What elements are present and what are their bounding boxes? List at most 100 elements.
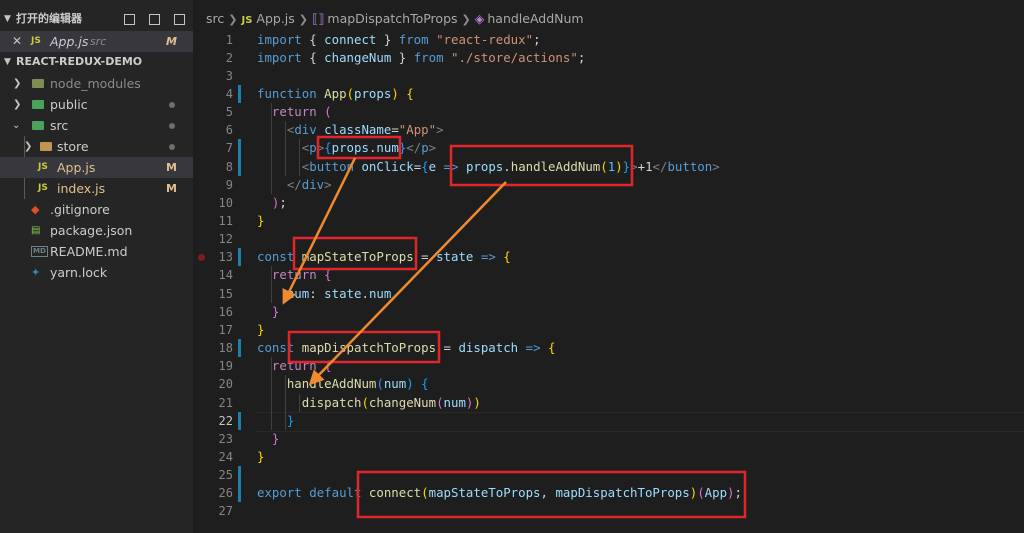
git-change-bar — [238, 339, 241, 358]
code-token: dispatch — [458, 340, 519, 356]
modified-dot — [169, 144, 175, 150]
code-line[interactable]: } — [257, 412, 294, 430]
code-token: from — [398, 31, 429, 47]
line-number: 12 — [218, 232, 233, 247]
tree-item-store[interactable]: ❯ store — [0, 136, 193, 157]
indent-guide — [271, 103, 272, 194]
close-all-icon[interactable] — [174, 13, 185, 25]
save-all-icon[interactable] — [149, 13, 161, 25]
code-line[interactable]: const mapStateToProps = state => { — [257, 248, 511, 266]
code-token: default — [309, 485, 362, 501]
indent-guide — [285, 375, 286, 430]
tree-item-index-js[interactable]: JS index.js M — [0, 178, 193, 199]
code-token: } — [271, 303, 280, 319]
code-token: import — [257, 31, 302, 47]
tree-item-src[interactable]: ⌄ src — [0, 115, 193, 136]
open-editors-header[interactable]: ▼ 打开的编辑器 — [0, 8, 193, 30]
js-file-icon: JS — [38, 183, 48, 193]
code-line[interactable]: ); — [257, 194, 287, 212]
tree-item-readme[interactable]: MD README.md — [0, 241, 193, 262]
code-token: num — [383, 376, 407, 392]
code-line[interactable]: <button onClick={e => props.handleAddNum… — [257, 158, 720, 176]
code-token: . — [361, 285, 369, 301]
new-file-icon[interactable] — [124, 13, 136, 25]
code-token: "react-redux" — [436, 31, 534, 47]
code-line[interactable]: </div> — [257, 176, 332, 194]
code-line[interactable]: return ( — [257, 103, 332, 121]
project-header[interactable]: ▼ REACT-REDUX-DEMO — [0, 51, 193, 73]
code-line[interactable]: return { — [257, 357, 332, 375]
code-token: button — [309, 158, 354, 174]
code-token: state — [324, 285, 362, 301]
open-editor-item-app-js[interactable]: ✕ JS App.js src M — [0, 31, 193, 52]
code-token: import — [257, 49, 302, 65]
code-line[interactable]: } — [257, 430, 279, 448]
code-token: connect — [324, 31, 377, 47]
code-token: props — [465, 158, 504, 174]
code-token: } — [257, 448, 265, 464]
breakpoint-icon[interactable] — [198, 253, 205, 261]
tree-item-public[interactable]: ❯ public — [0, 94, 193, 115]
code-token: { — [406, 85, 414, 101]
breadcrumb-symbol[interactable]: mapDispatchToProps — [327, 11, 457, 26]
code-line[interactable]: function App(props) { — [257, 85, 414, 103]
breadcrumb-folder[interactable]: src — [206, 11, 224, 26]
line-number: 14 — [218, 268, 233, 283]
code-token: } — [286, 412, 295, 428]
breadcrumb-symbol[interactable]: handleAddNum — [487, 11, 583, 26]
code-token: => — [480, 249, 496, 265]
code-token: props — [331, 140, 369, 156]
code-token: button — [667, 158, 713, 174]
code-token: </ — [406, 140, 422, 156]
code-token: num — [286, 285, 310, 301]
close-icon[interactable]: ✕ — [12, 31, 22, 52]
code-token: function — [257, 85, 317, 101]
code-token: p — [421, 140, 429, 156]
code-token: return — [271, 104, 317, 120]
tree-item-gitignore[interactable]: ◆ .gitignore — [0, 199, 193, 220]
code-token: const — [257, 340, 295, 356]
code-line[interactable]: dispatch(changeNum(num)) — [257, 394, 481, 412]
code-line[interactable]: import { changeNum } from "./store/actio… — [257, 49, 585, 67]
indent-guide — [271, 266, 272, 303]
breadcrumb-file[interactable]: App.js — [256, 11, 294, 26]
code-editor[interactable]: src ❯ JS App.js ❯ ⟦⟧ mapDispatchToProps ❯ ◈ handl… — [193, 0, 1024, 533]
tree-item-package-json[interactable]: ▤ package.json — [0, 220, 193, 241]
git-change-bar — [238, 84, 241, 104]
code-line[interactable]: } — [257, 321, 264, 339]
code-token: ( — [346, 85, 355, 101]
code-token: num — [443, 394, 466, 410]
code-token: { — [301, 49, 325, 65]
tree-item-app-js[interactable]: JS App.js M — [0, 157, 193, 178]
line-number: 17 — [218, 322, 233, 337]
code-token: { — [301, 31, 325, 47]
code-line[interactable]: <p>{props.num}</p> — [257, 139, 436, 157]
code-line[interactable]: const mapDispatchToProps = dispatch => { — [257, 339, 555, 357]
code-line[interactable]: return { — [257, 266, 332, 284]
code-token: ( — [324, 104, 332, 120]
code-line[interactable]: import { connect } from "react-redux"; — [257, 31, 541, 49]
line-number: 8 — [225, 159, 233, 174]
code-line[interactable]: } — [257, 303, 279, 321]
tree-item-node-modules[interactable]: ❯ node_modules — [0, 73, 193, 94]
tree-item-label: package.json — [50, 223, 133, 238]
code-line[interactable]: num: state.num — [257, 285, 391, 303]
code-line[interactable]: } — [257, 448, 264, 466]
line-number: 15 — [218, 286, 233, 301]
code-line[interactable]: export default connect(mapStateToProps, … — [257, 484, 742, 502]
js-file-icon: JS — [31, 36, 41, 46]
code-line[interactable]: } — [257, 212, 264, 230]
code-token: ; — [577, 49, 586, 65]
code-line[interactable]: handleAddNum(num) { — [257, 375, 429, 393]
code-token: onClick — [361, 158, 414, 174]
code-token: "./store/actions" — [451, 49, 578, 65]
code-token: const — [257, 249, 295, 265]
tree-item-yarn-lock[interactable]: ✦ yarn.lock — [0, 262, 193, 283]
code-token: { — [324, 267, 332, 283]
js-file-icon: JS — [38, 162, 48, 172]
indent-guide — [285, 121, 286, 176]
line-number: 11 — [218, 214, 233, 228]
